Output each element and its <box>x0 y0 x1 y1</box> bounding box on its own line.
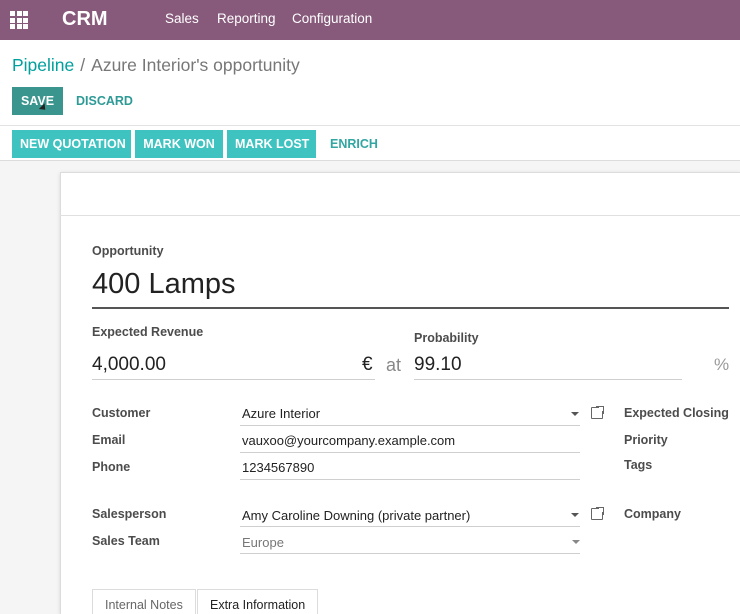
sheet-header-divider <box>60 215 740 216</box>
customer-field[interactable]: Azure Interior <box>242 406 320 422</box>
expected-revenue-underline <box>92 379 375 380</box>
customer-underline <box>240 425 580 426</box>
salesperson-label: Salesperson <box>92 507 167 521</box>
enrich-button[interactable]: ENRICH <box>330 130 378 158</box>
currency-symbol: € <box>362 354 373 375</box>
salesperson-dropdown-icon[interactable] <box>571 513 579 517</box>
control-panel-divider <box>0 125 740 126</box>
email-label: Email <box>92 433 126 447</box>
expected-revenue-input[interactable]: 4,000.00 <box>92 354 166 376</box>
tab-internal-notes[interactable]: Internal Notes <box>92 589 196 614</box>
apps-menu-icon[interactable] <box>10 11 28 29</box>
at-text: at <box>386 355 402 375</box>
email-underline <box>240 452 580 453</box>
salesperson-underline <box>240 526 580 527</box>
customer-external-link-icon[interactable] <box>591 405 605 419</box>
breadcrumb-current: Azure Interior's opportunity <box>91 55 300 75</box>
company-label: Company <box>624 507 681 521</box>
sales-team-dropdown-icon[interactable] <box>572 540 580 544</box>
customer-label: Customer <box>92 406 151 420</box>
phone-field[interactable]: 1234567890 <box>242 460 314 476</box>
discard-button[interactable]: DISCARD <box>76 87 133 115</box>
breadcrumb: Pipeline / Azure Interior's opportunity <box>12 54 300 76</box>
phone-label: Phone <box>92 460 131 474</box>
probability-input[interactable]: 99.10 <box>414 354 462 376</box>
probability-label: Probability <box>414 331 479 345</box>
form-sheet <box>60 172 740 614</box>
sales-team-label: Sales Team <box>92 534 160 548</box>
menu-reporting[interactable]: Reporting <box>217 11 276 27</box>
salesperson-external-link-icon[interactable] <box>591 506 605 520</box>
phone-underline <box>240 479 580 480</box>
priority-label: Priority <box>624 433 668 447</box>
mark-won-button[interactable]: MARK WON <box>135 130 223 158</box>
expected-revenue-label: Expected Revenue <box>92 325 204 339</box>
menu-sales[interactable]: Sales <box>165 11 199 27</box>
save-button[interactable]: SAVE <box>12 87 63 115</box>
customer-dropdown-icon[interactable] <box>571 412 579 416</box>
opportunity-name-underline <box>92 307 729 309</box>
mark-lost-button[interactable]: MARK LOST <box>227 130 316 158</box>
opportunity-name-input[interactable]: 400 Lamps <box>92 266 236 302</box>
percent-symbol: % <box>714 355 730 374</box>
breadcrumb-separator: / <box>80 55 86 75</box>
sales-team-field[interactable]: Europe <box>242 535 284 551</box>
tab-extra-information[interactable]: Extra Information <box>197 589 319 614</box>
breadcrumb-pipeline-link[interactable]: Pipeline <box>12 55 74 75</box>
opportunity-label: Opportunity <box>92 244 164 258</box>
new-quotation-button[interactable]: NEW QUOTATION <box>12 130 131 158</box>
tags-label: Tags <box>624 458 653 472</box>
menu-configuration[interactable]: Configuration <box>292 11 372 27</box>
email-field[interactable]: vauxoo@yourcompany.example.com <box>242 433 455 449</box>
salesperson-field[interactable]: Amy Caroline Downing (private partner) <box>242 508 470 524</box>
probability-underline <box>414 379 682 380</box>
app-brand[interactable]: CRM <box>62 6 108 32</box>
expected-closing-label: Expected Closing <box>624 406 729 420</box>
sales-team-underline <box>240 553 580 554</box>
top-navbar: CRM Sales Reporting Configuration <box>0 0 740 40</box>
